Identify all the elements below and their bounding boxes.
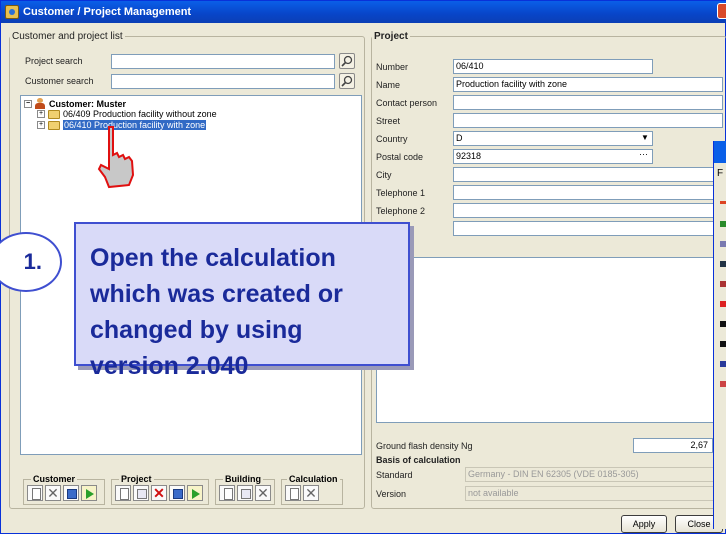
new-building-button[interactable] (219, 485, 235, 501)
flag-icon (720, 261, 726, 267)
name-field[interactable]: Production facility with zone (453, 77, 723, 92)
city-field[interactable] (453, 167, 723, 182)
title-bar: Customer / Project Management (1, 1, 726, 23)
delete-building-button[interactable]: ✕ (255, 485, 271, 501)
expand-icon[interactable]: + (37, 110, 45, 118)
new-project-button[interactable] (115, 485, 131, 501)
flag-icon (720, 321, 726, 327)
ground-flash-field[interactable]: 2,67 (633, 438, 713, 453)
street-field[interactable] (453, 113, 723, 128)
child-window-title (714, 141, 726, 163)
flag-icon (720, 221, 726, 227)
tree-project-item[interactable]: + 06/409 Production facility without zon… (37, 109, 217, 119)
version-field: not available (465, 486, 721, 501)
contact-person-label: Contact person (376, 98, 438, 108)
telephone-2-label: Telephone 2 (376, 206, 426, 216)
telephone-2-field[interactable] (453, 203, 723, 218)
customer-search-input[interactable] (111, 74, 335, 89)
contact-person-field[interactable] (453, 95, 723, 110)
new-calculation-button[interactable] (285, 485, 301, 501)
dropdown-arrow-icon[interactable]: ▼ (641, 133, 649, 142)
building-toolbar-label: Building (223, 474, 263, 484)
number-label: Number (376, 62, 409, 72)
delete-project-button[interactable]: ✕ (151, 485, 167, 501)
child-window: F (713, 141, 726, 529)
instruction-text: Open the calculation which was created o… (90, 244, 343, 380)
project-search-input[interactable] (111, 54, 335, 69)
instruction-callout: Open the calculation which was created o… (74, 222, 410, 380)
hand-pointer-icon (97, 126, 135, 189)
customer-project-list-legend: Customer and project list (12, 31, 123, 42)
customer-icon (35, 98, 45, 109)
folder-icon (48, 109, 60, 119)
app-icon (5, 5, 19, 19)
save-customer-button[interactable] (63, 485, 79, 501)
project-toolbar-label: Project (119, 474, 154, 484)
notes-area[interactable] (376, 257, 721, 423)
tree-customer-node[interactable]: − Customer: Muster (24, 98, 126, 109)
copy-project-button[interactable] (133, 485, 149, 501)
flag-icon (720, 301, 726, 307)
standard-label: Standard (376, 470, 413, 480)
magnifier-icon (341, 75, 353, 87)
window-title: Customer / Project Management (23, 6, 192, 18)
open-project-button[interactable] (187, 485, 203, 501)
telephone-1-label: Telephone 1 (376, 188, 426, 198)
ground-flash-label: Ground flash density Ng (376, 441, 473, 451)
delete-calculation-button[interactable]: ✕ (303, 485, 319, 501)
version-label: Version (376, 489, 407, 499)
number-field[interactable]: 06/410 (453, 59, 653, 74)
flag-icon (720, 381, 726, 387)
flag-icon (720, 361, 726, 367)
close-window-button[interactable] (717, 3, 726, 19)
collapse-icon[interactable]: − (24, 99, 32, 108)
country-label: Country (376, 134, 408, 144)
flag-icon (720, 241, 726, 247)
apply-button[interactable]: Apply (621, 515, 667, 533)
postal-code-label: Postal code (376, 152, 424, 162)
city-label: City (376, 170, 392, 180)
magnifier-icon (341, 55, 353, 67)
open-customer-button[interactable] (81, 485, 97, 501)
calculation-toolbar-label: Calculation (287, 474, 340, 484)
customer-search-label: Customer search (25, 76, 94, 86)
customer-toolbar-label: Customer (31, 474, 78, 484)
flag-icon (720, 341, 726, 347)
save-project-button[interactable] (169, 485, 185, 501)
project-legend: Project (374, 31, 408, 42)
tree-project-label: 06/409 Production facility without zone (63, 109, 217, 119)
expand-icon[interactable]: + (37, 121, 45, 129)
new-customer-button[interactable] (27, 485, 43, 501)
delete-customer-button[interactable]: ✕ (45, 485, 61, 501)
project-search-label: Project search (25, 56, 83, 66)
street-label: Street (376, 116, 401, 126)
telephone-1-field[interactable] (453, 185, 723, 200)
folder-icon (48, 120, 60, 130)
partial-field[interactable] (453, 221, 723, 236)
country-select[interactable]: D (453, 131, 653, 146)
child-window-menu[interactable]: F (717, 168, 723, 179)
tree-customer-label: Customer: Muster (49, 98, 127, 109)
flag-icon (720, 281, 726, 287)
ellipsis-button-icon[interactable]: ··· (639, 149, 648, 159)
flag-icon (720, 201, 726, 204)
postal-code-field[interactable]: 92318 (453, 149, 653, 164)
project-search-button[interactable] (339, 53, 355, 69)
standard-field: Germany - DIN EN 62305 (VDE 0185-305) (465, 467, 721, 482)
basis-of-calculation-heading: Basis of calculation (376, 455, 461, 465)
copy-building-button[interactable] (237, 485, 253, 501)
customer-search-button[interactable] (339, 73, 355, 89)
name-label: Name (376, 80, 401, 90)
